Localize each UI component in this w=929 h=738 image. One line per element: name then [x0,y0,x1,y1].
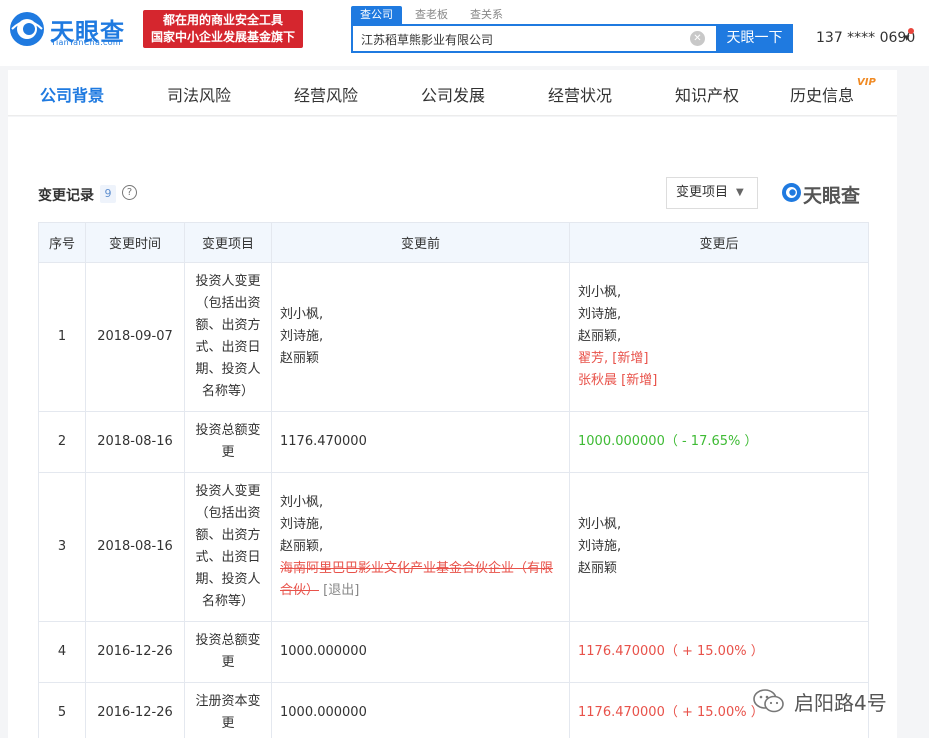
column-header-before: 变更前 [271,222,570,263]
after-value: 刘诗施, [578,539,622,554]
change-item-filter[interactable]: 变更项目 ▼ [666,177,758,209]
row-date: 2018-09-07 [85,262,185,412]
after-value: 刘小枫, [578,517,622,532]
user-account[interactable]: 137 **** 0690 [816,30,915,46]
column-header-index: 序号 [38,222,86,263]
table-row: 5 2016-12-26 注册资本变更 1000.000000 1176.470… [38,682,869,738]
row-index: 2 [38,411,86,473]
watermark-text: 启阳路4号 [794,691,887,715]
section-title: 变更记录 [38,188,94,204]
notification-dot-icon [908,28,914,34]
clear-icon[interactable]: ✕ [690,31,705,46]
row-date: 2016-12-26 [85,682,185,738]
row-change-item: 投资总额变更 [184,621,272,683]
row-date: 2018-08-16 [85,472,185,622]
row-after: 刘小枫, 刘诗施, 赵丽颖, 翟芳, [新增] 张秋晨 [新增] [569,262,869,412]
row-index: 5 [38,682,86,738]
nav-company-development[interactable]: 公司发展 [421,82,485,106]
row-after: 刘小枫, 刘诗施, 赵丽颖 [569,472,869,622]
chevron-down-icon: ▼ [736,187,744,198]
row-before: 刘小枫, 刘诗施, 赵丽颖, 海南阿里巴巴影业文化产业基金合伙企业（有限合伙） … [271,472,570,622]
after-added-value: 翟芳, [新增] [578,351,649,366]
removed-tag: [退出] [323,583,360,598]
after-value: 赵丽颖, [578,329,622,344]
search-box: ✕ 天眼一下 [351,24,793,53]
after-change-value: 1000.000000（ - 17.65% ） [578,434,758,449]
row-index: 3 [38,472,86,622]
promo-banner[interactable]: 都在用的商业安全工具 国家中小企业发展基金旗下 [143,10,303,48]
row-before: 刘小枫, 刘诗施, 赵丽颖 [271,262,570,412]
row-before: 1000.000000 [271,621,570,683]
nav-operating-status[interactable]: 经营状况 [548,82,612,106]
wechat-icon [753,689,784,713]
row-change-item: 投资人变更（包括出资额、出资方式、出资日期、投资人名称等） [184,472,272,622]
top-header: 天眼查 TianYanCha.com 都在用的商业安全工具 国家中小企业发展基金… [0,0,929,66]
row-index: 4 [38,621,86,683]
banner-line2: 国家中小企业发展基金旗下 [150,30,295,44]
change-records-table: 序号 变更时间 变更项目 变更前 变更后 1 2018-09-07 投资人变更（… [38,222,869,738]
before-value: 1000.000000 [280,705,367,720]
after-value: 赵丽颖 [578,561,618,576]
before-value: 刘小枫, [280,495,324,510]
nav-legal-risk[interactable]: 司法风险 [167,82,231,106]
before-value: 刘小枫, [280,307,324,322]
help-icon[interactable]: ? [122,185,137,200]
nav-operating-risk[interactable]: 经营风险 [294,82,358,106]
before-value: 1000.000000 [280,644,367,659]
before-value: 刘诗施, [280,517,324,532]
record-count-badge: 9 [100,185,116,203]
tab-search-relation[interactable]: 查关系 [470,6,503,22]
main-content: 变更记录 9 ? 变更项目 ▼ 天眼查 序号 变更时间 变更项目 变更前 变更后… [8,117,897,738]
table-row: 3 2018-08-16 投资人变更（包括出资额、出资方式、出资日期、投资人名称… [38,472,869,622]
before-value: 赵丽颖 [280,351,320,366]
search-button[interactable]: 天眼一下 [716,24,793,53]
row-before: 1176.470000 [271,411,570,473]
vip-badge: VIP [857,77,876,88]
tianyancha-eye-icon [782,183,801,202]
tianyancha-logo[interactable]: 天眼查 TianYanCha.com [8,10,134,50]
before-value: 刘诗施, [280,329,324,344]
after-change-value: 1176.470000（ + 15.00% ） [578,644,764,659]
logo-subtitle: TianYanCha.com [51,38,121,47]
before-removed-value: 海南阿里巴巴影业文化产业基金合伙企业（有限合伙） [280,561,554,598]
after-added-value: 张秋晨 [新增] [578,373,658,388]
tab-search-boss[interactable]: 查老板 [415,6,448,22]
row-index: 1 [38,262,86,412]
after-value: 刘诗施, [578,307,622,322]
tab-search-company[interactable]: 查公司 [351,6,402,24]
watermark-text: 天眼查 [803,185,861,207]
before-value: 赵丽颖, [280,539,324,554]
section-nav: 公司背景 司法风险 经营风险 公司发展 经营状况 知识产权 历史信息 VIP [8,70,897,116]
after-value: 刘小枫, [578,285,622,300]
column-header-item: 变更项目 [184,222,272,263]
nav-history-info[interactable]: 历史信息 [790,82,854,106]
before-value: 1176.470000 [280,434,367,449]
table-row: 2 2018-08-16 投资总额变更 1176.470000 1000.000… [38,411,869,473]
banner-line1: 都在用的商业安全工具 [162,13,283,27]
row-change-item: 注册资本变更 [184,682,272,738]
column-header-after: 变更后 [569,222,869,263]
tianyancha-eye-icon [10,12,44,46]
row-change-item: 投资人变更（包括出资额、出资方式、出资日期、投资人名称等） [184,262,272,412]
nav-company-background[interactable]: 公司背景 [40,82,104,106]
row-change-item: 投资总额变更 [184,411,272,473]
filter-label: 变更项目 [676,185,729,200]
row-date: 2018-08-16 [85,411,185,473]
row-after: 1000.000000（ - 17.65% ） [569,411,869,473]
wechat-watermark: 启阳路4号 [752,686,912,716]
table-row: 4 2016-12-26 投资总额变更 1000.000000 1176.470… [38,621,869,683]
column-header-date: 变更时间 [85,222,185,263]
search-input[interactable] [361,30,681,48]
row-before: 1000.000000 [271,682,570,738]
table-row: 1 2018-09-07 投资人变更（包括出资额、出资方式、出资日期、投资人名称… [38,262,869,412]
nav-intellectual-property[interactable]: 知识产权 [675,82,739,106]
row-after: 1176.470000（ + 15.00% ） [569,621,869,683]
row-date: 2016-12-26 [85,621,185,683]
table-header-row: 序号 变更时间 变更项目 变更前 变更后 [38,222,869,263]
